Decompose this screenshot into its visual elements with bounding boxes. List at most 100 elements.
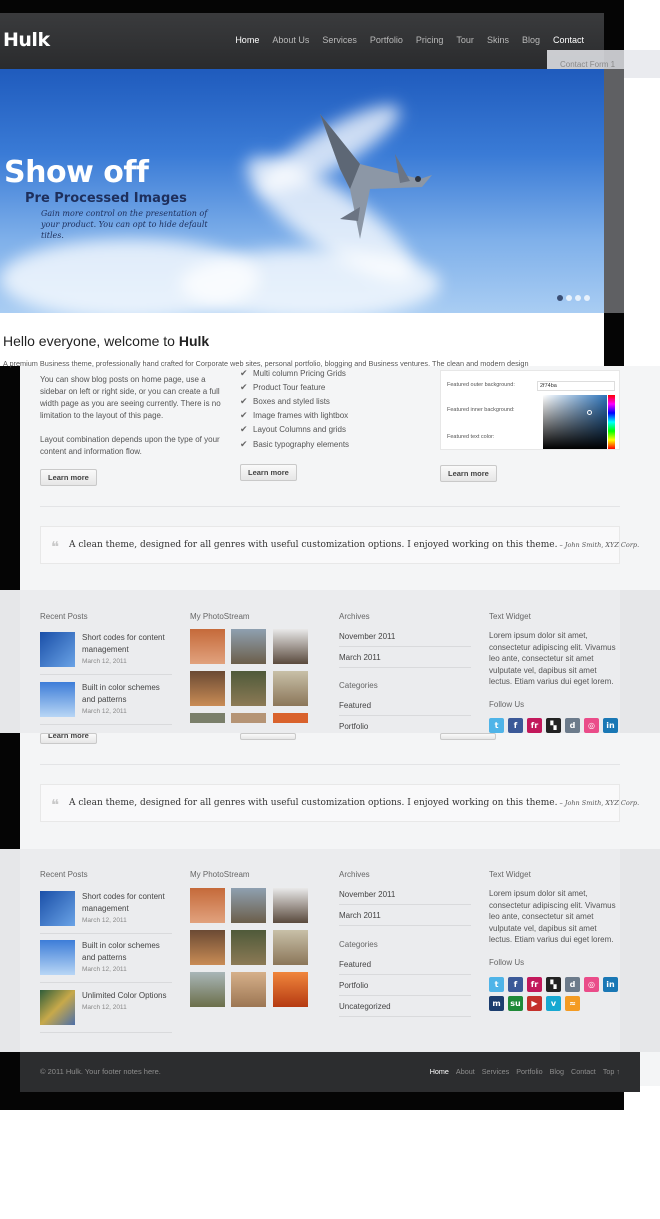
category-link[interactable]: Uncategorized bbox=[339, 1002, 391, 1011]
footer-nav-home[interactable]: Home bbox=[430, 1067, 449, 1076]
photo-thumbnail[interactable] bbox=[190, 671, 225, 706]
linkedin-icon[interactable]: in bbox=[603, 977, 618, 992]
archive-link[interactable]: March 2011 bbox=[339, 653, 381, 662]
photo-thumbnail[interactable] bbox=[231, 930, 266, 965]
photo-thumbnail[interactable] bbox=[231, 671, 266, 706]
footer-nav-about[interactable]: About bbox=[456, 1067, 475, 1076]
friendfeed-icon[interactable]: fr bbox=[527, 977, 542, 992]
delicious-icon[interactable]: ▚ bbox=[546, 977, 561, 992]
youtube-icon[interactable]: ▶ bbox=[527, 996, 542, 1011]
learn-more-button[interactable]: Learn more bbox=[440, 465, 497, 482]
vimeo-icon[interactable]: v bbox=[546, 996, 561, 1011]
learn-more-button[interactable] bbox=[440, 733, 496, 740]
color-picker-handle[interactable] bbox=[587, 410, 592, 415]
nav-blog[interactable]: Blog bbox=[522, 35, 540, 45]
feature-list: ✔ Multi column Pricing Grids ✔ Product Tou… bbox=[240, 366, 349, 451]
archive-link[interactable]: November 2011 bbox=[339, 890, 395, 899]
post-title[interactable]: Short codes for content management bbox=[82, 891, 172, 915]
post-thumbnail[interactable] bbox=[40, 891, 75, 926]
photo-thumbnail[interactable] bbox=[273, 671, 308, 706]
rss-icon[interactable]: ≈ bbox=[565, 996, 580, 1011]
category-link[interactable]: Portfolio bbox=[339, 981, 368, 990]
learn-more-button[interactable]: Learn more bbox=[40, 733, 97, 744]
list-item[interactable]: Short codes for content management March… bbox=[40, 632, 172, 680]
photo-thumbnail[interactable] bbox=[190, 972, 225, 1007]
photo-thumbnail[interactable] bbox=[190, 888, 225, 923]
dribbble-icon[interactable]: ◎ bbox=[584, 977, 599, 992]
photo-thumbnail[interactable] bbox=[190, 930, 225, 965]
hero-edge bbox=[604, 69, 624, 313]
learn-more-button[interactable]: Learn more bbox=[40, 469, 97, 486]
nav-services[interactable]: Services bbox=[322, 35, 357, 45]
nav-about-us[interactable]: About Us bbox=[272, 35, 309, 45]
delicious-icon[interactable]: ▚ bbox=[546, 718, 561, 733]
twitter-icon[interactable]: t bbox=[489, 718, 504, 733]
hue-slider[interactable] bbox=[608, 395, 615, 449]
widget-title: Text Widget bbox=[489, 612, 531, 621]
facebook-icon[interactable]: f bbox=[508, 977, 523, 992]
outer-background-input[interactable]: 2f74ba bbox=[537, 381, 615, 391]
category-link[interactable]: Featured bbox=[339, 701, 371, 710]
digg-icon[interactable]: d bbox=[565, 977, 580, 992]
post-thumbnail[interactable] bbox=[40, 682, 75, 717]
post-divider bbox=[40, 933, 172, 934]
photo-thumbnail[interactable] bbox=[190, 629, 225, 664]
footer-nav-contact[interactable]: Contact bbox=[571, 1067, 596, 1076]
nav-skins[interactable]: Skins bbox=[487, 35, 509, 45]
stumbleupon-icon[interactable]: su bbox=[508, 996, 523, 1011]
photo-thumbnail[interactable] bbox=[231, 713, 266, 723]
post-title[interactable]: Unlimited Color Options bbox=[82, 990, 172, 1002]
friendfeed-icon[interactable]: fr bbox=[527, 718, 542, 733]
color-picker-area[interactable] bbox=[543, 395, 607, 449]
facebook-icon[interactable]: f bbox=[508, 718, 523, 733]
learn-more-button[interactable]: Learn more bbox=[240, 464, 297, 481]
submenu-contact-form[interactable]: Contact Form 1 bbox=[560, 60, 615, 69]
slider-dot[interactable] bbox=[566, 295, 572, 301]
post-thumbnail[interactable] bbox=[40, 940, 75, 975]
post-title[interactable]: Built in color schemes and patterns bbox=[82, 940, 172, 964]
slider-dot[interactable] bbox=[575, 295, 581, 301]
footer-nav-portfolio[interactable]: Portfolio bbox=[516, 1067, 542, 1076]
learn-more-button[interactable] bbox=[240, 733, 296, 740]
category-link[interactable]: Portfolio bbox=[339, 722, 368, 731]
site-logo[interactable]: Hulk bbox=[3, 29, 50, 51]
photo-thumbnail[interactable] bbox=[231, 888, 266, 923]
digg-icon[interactable]: d bbox=[565, 718, 580, 733]
linkedin-icon[interactable]: in bbox=[603, 718, 618, 733]
photo-thumbnail[interactable] bbox=[231, 629, 266, 664]
list-item[interactable]: Short codes for content management March… bbox=[40, 891, 172, 939]
link-divider bbox=[339, 715, 471, 716]
footer-nav-services[interactable]: Services bbox=[482, 1067, 510, 1076]
slider-dot[interactable] bbox=[584, 295, 590, 301]
list-item[interactable]: Built in color schemes and patterns Marc… bbox=[40, 682, 172, 730]
nav-contact[interactable]: Contact bbox=[553, 35, 584, 45]
post-title[interactable]: Built in color schemes and patterns bbox=[82, 682, 172, 706]
photo-thumbnail[interactable] bbox=[273, 972, 308, 1007]
post-thumbnail[interactable] bbox=[40, 990, 75, 1025]
nav-pricing[interactable]: Pricing bbox=[416, 35, 444, 45]
list-item[interactable]: Built in color schemes and patterns Marc… bbox=[40, 940, 172, 988]
photo-thumbnail[interactable] bbox=[273, 888, 308, 923]
photo-thumbnail[interactable] bbox=[190, 713, 225, 723]
photo-thumbnail[interactable] bbox=[273, 629, 308, 664]
widget-title: Follow Us bbox=[489, 958, 525, 967]
post-thumbnail[interactable] bbox=[40, 632, 75, 667]
archive-link[interactable]: November 2011 bbox=[339, 632, 395, 641]
footer-nav-blog[interactable]: Blog bbox=[550, 1067, 564, 1076]
nav-portfolio[interactable]: Portfolio bbox=[370, 35, 403, 45]
dribbble-icon[interactable]: ◎ bbox=[584, 718, 599, 733]
post-title[interactable]: Short codes for content management bbox=[82, 632, 172, 656]
archive-link[interactable]: March 2011 bbox=[339, 911, 381, 920]
footer-nav-top[interactable]: Top ↑ bbox=[603, 1067, 620, 1076]
myspace-icon[interactable]: m bbox=[489, 996, 504, 1011]
photo-thumbnail[interactable] bbox=[231, 972, 266, 1007]
list-item: ✔ Basic typography elements bbox=[240, 437, 349, 451]
nav-home[interactable]: Home bbox=[235, 35, 259, 45]
list-item[interactable]: Unlimited Color Options March 12, 2011 bbox=[40, 990, 172, 1038]
category-link[interactable]: Featured bbox=[339, 960, 371, 969]
photo-thumbnail[interactable] bbox=[273, 930, 308, 965]
photo-thumbnail[interactable] bbox=[273, 713, 308, 723]
nav-tour[interactable]: Tour bbox=[456, 35, 474, 45]
twitter-icon[interactable]: t bbox=[489, 977, 504, 992]
slider-dot[interactable] bbox=[557, 295, 563, 301]
